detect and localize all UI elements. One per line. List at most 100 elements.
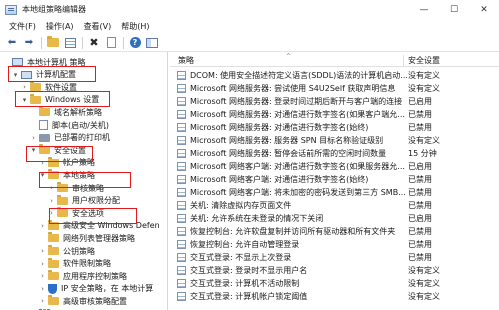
policy-icon <box>177 240 186 250</box>
policy-row[interactable]: Microsoft 网络服务器: 对通信进行数字签名(始终) 已禁用 <box>170 121 499 133</box>
policy-row[interactable]: Microsoft 网络服务器: 暂停会话前所需的空闲时间数量 15 分钟 <box>170 147 499 159</box>
help-icon[interactable]: ? <box>127 35 143 50</box>
collapsed-arrow-icon[interactable]: › <box>21 83 28 91</box>
policy-row[interactable]: 恢复控制台: 允许自动管理登录 已禁用 <box>170 239 499 251</box>
menu-view[interactable]: 查看(V) <box>79 21 117 32</box>
tree-item[interactable]: ▾ 计算机配置 <box>12 69 76 81</box>
expanded-arrow-icon[interactable]: ▾ <box>30 146 37 154</box>
policy-row[interactable]: 交互式登录: 计算机不活动限制 没有定义 <box>170 278 499 290</box>
policy-row[interactable]: 交互式登录: 不显示上次登录 已禁用 <box>170 252 499 264</box>
policy-security-setting: 已启用 <box>408 96 432 106</box>
tree-item[interactable]: › IP 安全策略，在 本地计算 <box>39 283 153 295</box>
menu-help[interactable]: 帮助(H) <box>116 21 154 32</box>
policy-row[interactable]: Microsoft 网络客户端: 对通信进行数字签名(始终) 已禁用 <box>170 173 499 185</box>
maximize-button[interactable]: ☐ <box>439 0 469 19</box>
delete-icon[interactable]: ✖ <box>86 35 102 50</box>
policy-row[interactable]: 交互式登录: 登录时不显示用户名 没有定义 <box>170 265 499 277</box>
sort-caret-icon: ^ <box>286 53 292 60</box>
policy-icon <box>177 266 186 276</box>
tree-item[interactable]: ▾ Windows 设置 <box>21 93 99 106</box>
expanded-arrow-icon[interactable]: ▾ <box>21 96 28 104</box>
collapsed-arrow-icon[interactable]: › <box>39 285 46 293</box>
action-pane-icon[interactable] <box>144 35 160 50</box>
collapsed-arrow-icon[interactable]: › <box>39 222 46 230</box>
tree-item[interactable]: › 高级安全 Windows Defen <box>39 219 160 232</box>
column-divider[interactable] <box>403 55 404 66</box>
tree-item[interactable]: › 软件限制策略 <box>39 257 111 270</box>
properties-icon[interactable] <box>103 35 119 50</box>
close-button[interactable]: ✕ <box>469 0 499 19</box>
menu-file[interactable]: 文件(F) <box>4 21 41 32</box>
policy-name: Microsoft 网络服务器: 服务器 SPN 目标名称验证级别 <box>190 135 384 145</box>
title-bar: 本地组策略编辑器 — ☐ ✕ <box>0 0 499 19</box>
collapsed-arrow-icon[interactable]: › <box>39 159 46 167</box>
policy-row[interactable]: DCOM: 使用安全描述符定义语言(SDDL)语法的计算机启动... 没有定义 <box>170 69 499 81</box>
collapsed-arrow-icon[interactable]: › <box>48 197 55 205</box>
tree-item[interactable]: › 公钥策略 <box>39 245 95 257</box>
policy-name: 关机: 允许系统在未登录的情况下关闭 <box>190 214 324 224</box>
tree-item-label: 高级审核策略配置 <box>63 296 127 306</box>
policy-security-setting: 已禁用 <box>408 227 432 237</box>
tree-item-label: 本地策略 <box>63 170 95 180</box>
show-hide-tree-icon[interactable] <box>62 35 78 50</box>
tree-item[interactable]: › 应用程序控制策略 <box>39 270 127 282</box>
tree-item[interactable]: › 安全选项 <box>48 207 104 219</box>
policy-row[interactable]: Microsoft 网络服务器: 对通信进行数字签名(如果客户端允... 已禁用 <box>170 108 499 120</box>
expanded-arrow-icon[interactable]: ▾ <box>39 171 46 179</box>
column-header-security-setting[interactable]: 安全设置 <box>408 55 440 66</box>
tree-item[interactable]: 网络列表管理器策略 <box>39 232 135 244</box>
policy-name: Microsoft 网络服务器: 尝试使用 S4U2Self 获取声明信息 <box>190 83 396 93</box>
policy-name: Microsoft 网络服务器: 暂停会话前所需的空闲时间数量 <box>190 148 387 158</box>
tree-item[interactable]: › 审核策略 <box>48 182 104 194</box>
tree-item[interactable]: › 高级审核策略配置 <box>39 295 127 307</box>
tree-item[interactable]: 本地计算机 策略 <box>3 56 86 68</box>
tree-item[interactable]: ▾ 安全设置 <box>30 144 86 156</box>
tree-item[interactable]: › 帐户策略 <box>39 156 95 169</box>
tree-item[interactable]: 域名解析策略 <box>30 106 102 118</box>
policy-security-setting: 已启用 <box>408 161 432 171</box>
folder-icon <box>48 257 59 268</box>
policy-icon <box>177 292 186 302</box>
policy-editor-app-icon <box>5 4 17 15</box>
policy-row[interactable]: Microsoft 网络客户端: 将未加密的密码发送到第三方 SMB... 已禁用 <box>170 186 499 198</box>
folder-icon <box>48 270 59 281</box>
collapsed-arrow-icon[interactable]: › <box>30 134 37 142</box>
folder-up-icon[interactable] <box>45 35 61 50</box>
policy-row[interactable]: 交互式登录: 计算机帐户锁定阈值 没有定义 <box>170 291 499 303</box>
column-header-policy[interactable]: 策略 <box>178 55 194 66</box>
policy-row[interactable]: 关机: 清除虚拟内存页面文件 已禁用 <box>170 200 499 212</box>
policy-icon <box>177 279 186 289</box>
policy-icon <box>177 122 186 132</box>
policy-row[interactable]: 恢复控制台: 允许软盘复制并访问所有驱动器和所有文件夹 已禁用 <box>170 226 499 238</box>
policy-name: Microsoft 网络服务器: 对通信进行数字签名(如果客户端允... <box>190 109 405 119</box>
collapsed-arrow-icon[interactable]: › <box>39 297 46 305</box>
minimize-button[interactable]: — <box>409 0 439 19</box>
menu-action[interactable]: 操作(A) <box>41 21 79 32</box>
menu-bar: 文件(F) 操作(A) 查看(V) 帮助(H) <box>0 19 499 34</box>
policy-security-setting: 已禁用 <box>408 240 432 250</box>
collapsed-arrow-icon[interactable]: › <box>48 209 55 217</box>
tree-item[interactable]: › 用户权限分配 <box>48 194 120 207</box>
tree-item[interactable]: › 软件设置 <box>21 81 77 93</box>
tree-item[interactable]: 脚本(启动/关机) <box>30 119 109 131</box>
tree-item[interactable]: ▾ 本地策略 <box>39 169 95 181</box>
forward-arrow-icon[interactable]: ➡ <box>21 35 37 50</box>
collapsed-arrow-icon[interactable]: › <box>39 247 46 255</box>
policy-icon <box>177 227 186 237</box>
policy-row[interactable]: Microsoft 网络服务器: 登录时间过期后断开与客户端的连接 已启用 <box>170 95 499 107</box>
policy-row[interactable]: 关机: 允许系统在未登录的情况下关闭 已启用 <box>170 213 499 225</box>
back-arrow-icon[interactable]: ⬅ <box>4 35 20 50</box>
tree-item[interactable]: › 已部署的打印机 <box>30 132 110 144</box>
folder-icon <box>30 81 41 92</box>
policy-name: 恢复控制台: 允许软盘复制并访问所有驱动器和所有文件夹 <box>190 227 396 237</box>
policy-row[interactable]: Microsoft 网络客户端: 对通信进行数字签名(如果服务器允... 已启用 <box>170 160 499 172</box>
collapsed-arrow-icon[interactable]: › <box>48 184 55 192</box>
policy-name: 交互式登录: 计算机帐户锁定阈值 <box>190 292 308 302</box>
policy-row[interactable]: Microsoft 网络服务器: 服务器 SPN 目标名称验证级别 没有定义 <box>170 134 499 146</box>
collapsed-arrow-icon[interactable]: › <box>39 260 46 268</box>
expanded-arrow-icon[interactable]: ▾ <box>12 71 19 79</box>
policy-icon <box>177 96 186 106</box>
collapsed-arrow-icon[interactable]: › <box>39 272 46 280</box>
policy-icon <box>177 253 186 263</box>
policy-row[interactable]: Microsoft 网络服务器: 尝试使用 S4U2Self 获取声明信息 没有定… <box>170 82 499 94</box>
